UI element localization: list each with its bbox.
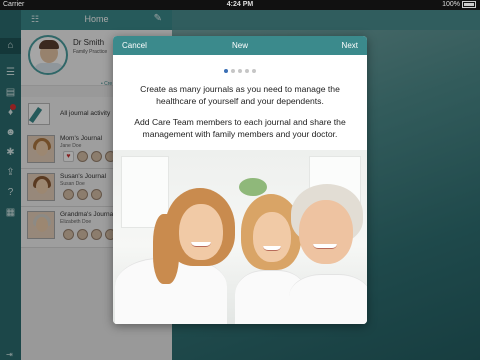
battery-icon	[462, 0, 476, 8]
battery-indicator: 100%	[442, 0, 476, 10]
page-dot	[252, 69, 256, 73]
dialog-header: Cancel New Next	[113, 36, 367, 55]
battery-percent: 100%	[442, 1, 460, 8]
clock: 4:24 PM	[226, 1, 254, 8]
page-indicator	[113, 60, 367, 73]
page-dot	[238, 69, 242, 73]
page-dot	[245, 69, 249, 73]
status-bar: Carrier 4:24 PM 100%	[0, 0, 480, 10]
new-journal-dialog: Cancel New Next Create as many journals …	[113, 36, 367, 324]
dialog-title: New	[231, 41, 248, 50]
page-dot	[231, 69, 235, 73]
page-dot	[224, 69, 228, 73]
care-team-paragraph: Add Care Team members to each journal an…	[134, 117, 346, 139]
family-photo	[113, 150, 367, 324]
intro-paragraph: Create as many journals as you need to m…	[140, 84, 340, 106]
next-button[interactable]: Next	[342, 41, 358, 50]
